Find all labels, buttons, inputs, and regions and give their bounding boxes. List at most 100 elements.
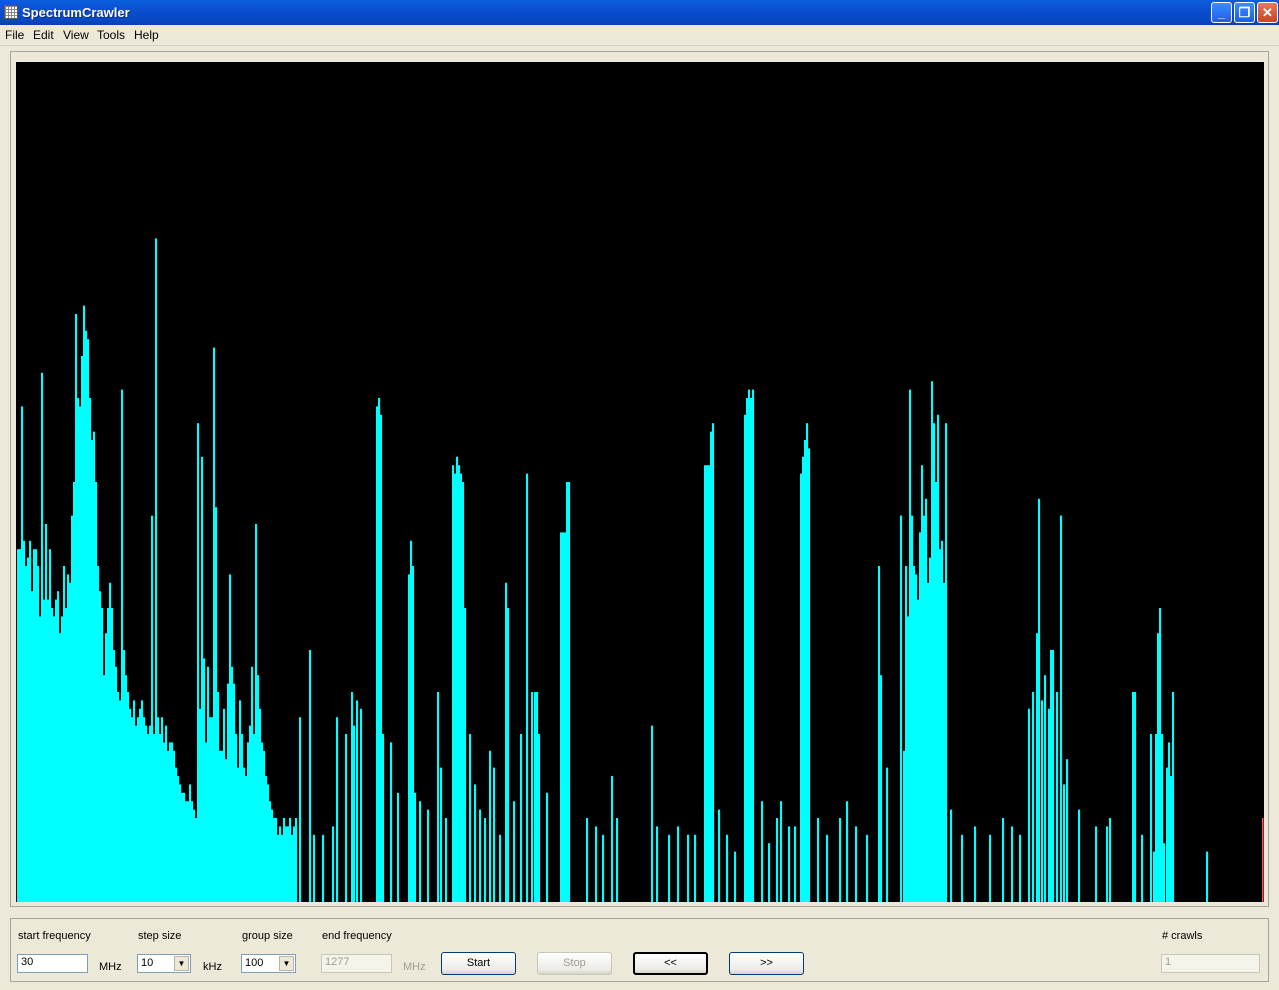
spectrum-bar [41, 372, 44, 902]
spectrum-bar [73, 482, 76, 902]
spectrum-bar [173, 750, 176, 902]
minimize-button[interactable]: _ [1211, 2, 1232, 23]
chevron-down-icon[interactable]: ▼ [174, 956, 189, 971]
spectrum-bar [179, 784, 182, 902]
spectrum-bar [804, 440, 807, 902]
spectrum-bar [456, 456, 459, 902]
spectrum-bar [878, 566, 881, 902]
menu-view[interactable]: View [63, 28, 89, 42]
spectrum-bar [119, 700, 122, 902]
spectrum-bar [237, 767, 240, 902]
spectrum-bar [207, 666, 210, 902]
spectrum-bar [69, 582, 72, 902]
spectrum-bar [531, 692, 534, 902]
spectrum-bar [560, 532, 563, 902]
spectrum-bar [1150, 734, 1153, 902]
end-marker [1262, 818, 1264, 902]
title-bar[interactable]: SpectrumCrawler _ ❐ ✕ [0, 0, 1279, 25]
step-size-select[interactable]: 10 ▼ [137, 954, 191, 973]
spectrum-bar [780, 801, 783, 902]
start-frequency-input[interactable]: 30 [17, 954, 88, 973]
spectrum-bar [905, 566, 908, 902]
next-button[interactable]: >> [729, 952, 804, 975]
spectrum-bar [23, 540, 26, 902]
spectrum-bar [1106, 826, 1109, 902]
spectrum-bar [17, 549, 20, 902]
spectrum-bar [440, 767, 443, 902]
spectrum-bar [846, 801, 849, 902]
crawls-label: # crawls [1162, 930, 1203, 942]
spectrum-bar [177, 776, 180, 902]
menu-edit[interactable]: Edit [33, 28, 54, 42]
previous-button[interactable]: << [633, 952, 708, 975]
spectrum-bar [117, 692, 120, 902]
spectrum-bar [562, 532, 565, 902]
maximize-button[interactable]: ❐ [1234, 2, 1255, 23]
spectrum-bar [89, 398, 92, 902]
spectrum-bar [95, 482, 98, 902]
spectrum-bar [1044, 675, 1047, 902]
spectrum-bar [57, 591, 60, 902]
menu-tools[interactable]: Tools [97, 28, 125, 42]
spectrum-bar [1066, 759, 1069, 902]
spectrum-bar [1041, 700, 1044, 902]
spectrum-bar [109, 582, 112, 902]
spectrum-bar [143, 717, 146, 902]
spectrum-bar [285, 826, 288, 902]
spectrum-bar [1159, 608, 1162, 902]
spectrum-bar [469, 734, 472, 902]
spectrum-bar [183, 792, 186, 902]
spectrum-bar [129, 708, 132, 902]
spectrum-bar [205, 742, 208, 902]
spectrum-bar [1157, 633, 1160, 902]
spectrum-bar [1060, 515, 1063, 902]
spectrum-bar [961, 834, 964, 902]
spectrum-bar [921, 465, 924, 902]
spectrum-bar [123, 650, 126, 902]
spectrum-bar [133, 700, 136, 902]
spectrum-bar [217, 692, 220, 902]
spectrum-bar [55, 599, 58, 902]
spectrum-bar [382, 734, 385, 902]
spectrum-bar [211, 717, 214, 902]
spectrum-bar [219, 750, 222, 902]
spectrum-bar [1028, 708, 1031, 902]
spectrum-bar [245, 776, 248, 902]
spectrum-bar [534, 692, 537, 902]
close-button[interactable]: ✕ [1257, 2, 1278, 23]
spectrum-bar [419, 801, 422, 902]
spectrum-bar [474, 784, 477, 902]
spectrum-bar [241, 734, 244, 902]
start-button[interactable]: Start [441, 952, 516, 975]
spectrum-bar [151, 515, 154, 902]
group-size-select[interactable]: 100 ▼ [241, 954, 296, 973]
spectrum-bar [800, 473, 803, 902]
end-frequency-unit: MHz [403, 961, 426, 973]
spectrum-bar [376, 406, 379, 902]
spectrum-bar [77, 398, 80, 902]
spectrum-bar [43, 599, 46, 902]
spectrum-bar [931, 381, 934, 902]
spectrum-bar [1052, 650, 1055, 902]
spectrum-bar [49, 549, 52, 902]
spectrum-bar [332, 826, 335, 902]
spectrum-bar [37, 566, 40, 902]
chevron-down-icon[interactable]: ▼ [279, 956, 294, 971]
spectrum-bar [251, 666, 254, 902]
spectrum-bar [458, 465, 461, 902]
spectrum-bar [295, 818, 298, 902]
spectrum-bar [513, 801, 516, 902]
spectrum-bar [201, 456, 204, 902]
spectrum-bar [1161, 734, 1164, 902]
spectrum-bar [1163, 843, 1166, 902]
spectrum-bar [353, 725, 356, 902]
spectrum-bar [380, 414, 383, 902]
spectrum-bar [83, 305, 86, 902]
menu-file[interactable]: File [5, 28, 24, 42]
spectrum-bar [802, 456, 805, 902]
end-frequency-input: 1277 [321, 954, 392, 973]
spectrum-bar [564, 532, 567, 902]
spectrum-bar [748, 389, 751, 902]
menu-help[interactable]: Help [134, 28, 159, 42]
spectrum-bar [79, 406, 82, 902]
